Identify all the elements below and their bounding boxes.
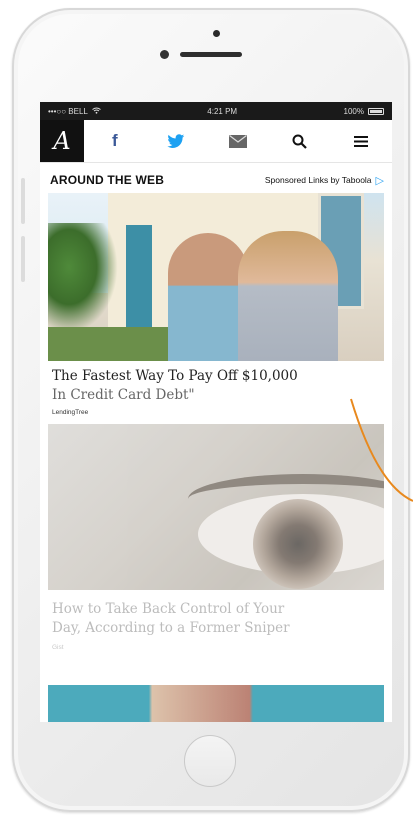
facebook-icon[interactable]: f	[99, 125, 131, 157]
status-right: 100%	[344, 107, 384, 116]
article-image-3-partial[interactable]	[48, 685, 384, 722]
article-headline-2[interactable]: How to Take Back Control of Your Day, Ac…	[48, 590, 384, 638]
battery-percent: 100%	[343, 106, 364, 116]
image-palm	[48, 223, 118, 333]
sponsored-link[interactable]: Sponsored Links by Taboola ▷	[265, 174, 384, 187]
image-man	[168, 233, 248, 361]
status-bar: •••○○ BELL 4:21 PM 100%	[40, 102, 392, 120]
battery-icon	[368, 107, 384, 115]
headline-1-line-2: In Credit Card Debt"	[52, 387, 195, 403]
article-image-couple[interactable]	[48, 193, 384, 361]
mail-icon[interactable]	[222, 125, 254, 157]
phone-screen: •••○○ BELL 4:21 PM 100% A f AROUND THE W…	[40, 102, 392, 722]
search-icon[interactable]	[284, 125, 316, 157]
volume-up-button	[21, 178, 25, 224]
site-logo[interactable]: A	[40, 120, 84, 162]
headline-1-line-1: The Fastest Way To Pay Off $10,000	[52, 368, 298, 384]
article-source-1: LendingTree	[52, 409, 89, 416]
image-woman	[238, 231, 338, 361]
headline-2-line-2: Day, According to a Former Sniper	[52, 620, 290, 636]
status-left: •••○○ BELL	[48, 107, 101, 116]
taboola-play-icon: ▷	[375, 174, 384, 187]
article-headline-1[interactable]: The Fastest Way To Pay Off $10,000 In Cr…	[48, 361, 384, 405]
carrier-label: •••○○ BELL	[48, 106, 88, 116]
article-card-1[interactable]: The Fastest Way To Pay Off $10,000 In Cr…	[48, 193, 384, 424]
sensor-dot	[213, 30, 220, 37]
wifi-icon	[92, 107, 101, 116]
clock: 4:21 PM	[207, 106, 238, 116]
front-camera	[160, 50, 169, 59]
home-button[interactable]	[184, 735, 236, 787]
menu-icon[interactable]	[345, 125, 377, 157]
annotation-arrow	[350, 398, 413, 502]
image-grass	[48, 327, 168, 361]
top-nav: A f	[40, 120, 392, 163]
article-image-eye[interactable]	[48, 424, 384, 590]
section-header: AROUND THE WEB Sponsored Links by Tabool…	[40, 163, 392, 193]
sponsored-label: Sponsored Links by Taboola	[264, 175, 372, 185]
section-title: AROUND THE WEB	[50, 173, 165, 187]
headline-2-line-1: How to Take Back Control of Your	[52, 601, 285, 617]
article-card-2[interactable]: How to Take Back Control of Your Day, Ac…	[48, 424, 384, 651]
volume-down-button	[21, 236, 25, 282]
article-source-2: Gist	[52, 644, 64, 651]
twitter-icon[interactable]	[160, 125, 192, 157]
nav-icons: f	[84, 125, 392, 157]
earpiece-speaker	[180, 52, 242, 57]
